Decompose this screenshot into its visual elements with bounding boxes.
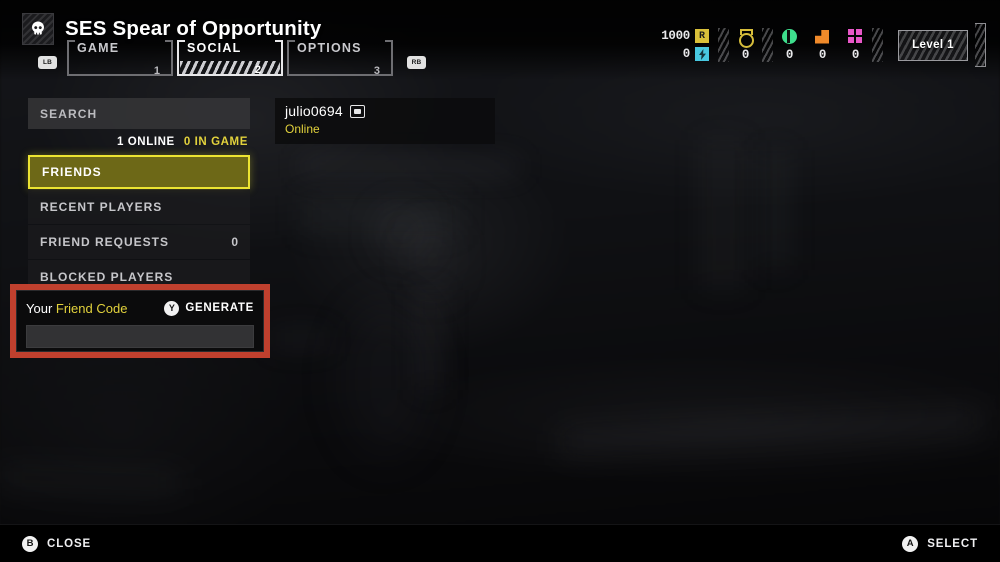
generate-friend-code-button[interactable]: Y GENERATE [164,300,254,316]
sidebar-item-label: RECENT PLAYERS [40,200,163,214]
sample-row: 0 [683,47,709,62]
y-button-icon: Y [164,300,180,316]
a-button-icon: A [902,535,919,552]
medal-group: 0 [738,28,754,62]
orange-sample-icon [815,29,830,44]
requisition-value: 1000 [661,29,690,43]
tab-options[interactable]: OPTIONS 3 [287,40,393,77]
in-game-count: 0 IN GAME [183,136,248,148]
ship-title: SES Spear of Opportunity [65,17,322,40]
select-button[interactable]: A SELECT [902,535,978,552]
social-sidebar: SEARCH 1 ONLINE 0 IN GAME FRIENDS RECENT… [28,98,250,295]
tab-label: GAME [77,41,120,55]
generate-label: GENERATE [185,302,254,314]
friend-name-row: julio0694 [285,103,485,119]
friend-code-title: Your Friend Code [26,301,127,316]
friend-code-panel: Your Friend Code Y GENERATE [16,290,264,352]
hud-right-bracket [975,23,986,67]
tab-game[interactable]: GAME 1 [67,40,173,77]
friend-code-title-prefix: Your [26,300,56,316]
game-menu-screen: SES Spear of Opportunity LB GAME 1 SOCIA… [0,0,1000,562]
close-label: CLOSE [47,537,92,550]
bottom-action-bar: B CLOSE A SELECT [0,524,1000,562]
orange-sample-value: 0 [818,47,827,62]
search-input[interactable]: SEARCH [28,98,250,129]
hud-divider [718,28,729,62]
orange-sample-group: 0 [815,29,830,62]
pc-monitor-icon [349,104,365,118]
friend-status: Online [285,122,320,136]
friend-detail-card[interactable]: julio0694 Online [275,98,495,144]
sidebar-item-friends[interactable]: FRIENDS [28,155,250,189]
magenta-sample-group: 0 [848,28,863,62]
magenta-sample-value: 0 [851,47,860,62]
sample-value: 0 [682,47,691,61]
sidebar-item-friend-requests[interactable]: FRIEND REQUESTS 0 [28,225,250,259]
sidebar-item-label: FRIEND REQUESTS [40,235,170,249]
sidebar-item-label: FRIENDS [42,165,102,179]
requisition-slip-icon: R [695,29,709,43]
online-status-row: 1 ONLINE 0 IN GAME [28,129,250,155]
requisition-row: 1000 R [661,29,709,44]
level-badge-label: Level 1 [912,39,954,51]
sidebar-item-count: 0 [231,235,238,249]
b-button-icon: B [22,535,38,552]
online-count: 1 ONLINE [116,136,175,148]
right-bumper-icon[interactable]: RB [407,56,426,69]
hud-divider [872,28,883,62]
magenta-sample-icon [848,28,863,44]
tab-label: SOCIAL [187,41,242,55]
tab-number: 2 [254,64,261,76]
close-button[interactable]: B CLOSE [22,535,92,552]
currency-group: 1000 R 0 [661,29,709,62]
medal-value: 0 [741,47,750,62]
hud-divider [762,28,773,62]
green-sample-group: 0 [782,28,797,62]
resource-hud: 1000 R 0 0 0 0 0 Level 1 [661,22,986,68]
sidebar-item-label: BLOCKED PLAYERS [40,270,174,284]
tab-number: 3 [373,65,380,77]
friend-name: julio0694 [285,103,343,119]
select-label: SELECT [927,537,978,550]
sidebar-item-recent-players[interactable]: RECENT PLAYERS [28,190,250,224]
tab-active-hatch [180,61,280,74]
tab-label: OPTIONS [297,41,362,55]
sample-icon [695,47,709,61]
friend-code-header: Your Friend Code Y GENERATE [26,298,254,318]
green-sample-icon [782,28,797,44]
friend-code-title-highlight: Friend Code [55,300,128,316]
left-bumper-icon[interactable]: LB [38,56,57,69]
green-sample-value: 0 [785,47,794,62]
tab-number: 1 [153,65,160,77]
top-header: SES Spear of Opportunity LB GAME 1 SOCIA… [0,0,1000,80]
search-placeholder: SEARCH [40,106,98,121]
level-badge: Level 1 [898,29,968,61]
medal-icon [738,28,754,48]
tab-social[interactable]: SOCIAL 2 [177,40,283,76]
friend-code-field[interactable] [26,325,254,348]
tab-bar: LB GAME 1 SOCIAL 2 OPTIONS 3 RB [38,40,426,77]
friend-code-panel-highlight: Your Friend Code Y GENERATE [10,284,270,358]
